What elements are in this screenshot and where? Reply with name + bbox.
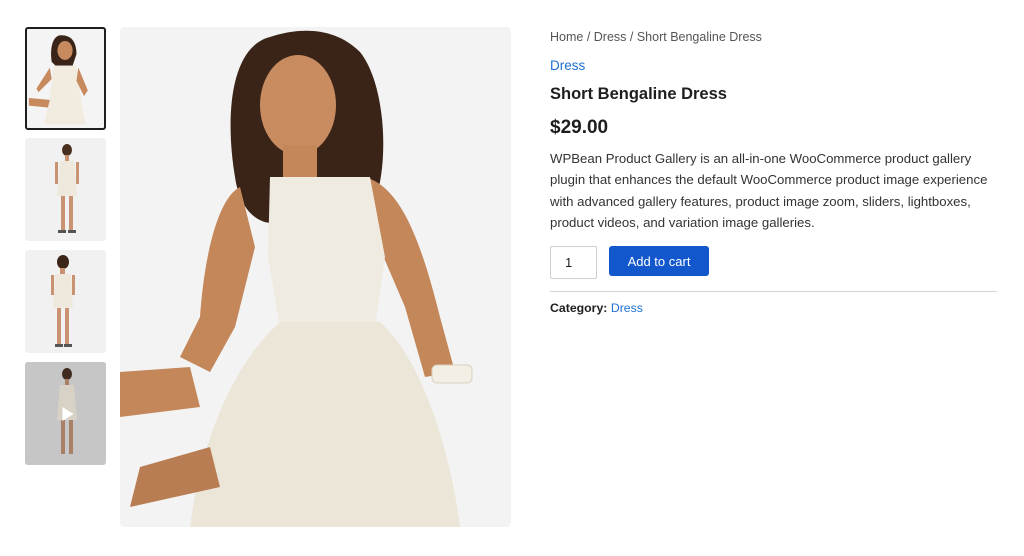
product-category-link[interactable]: Dress (550, 58, 585, 73)
add-to-cart-button[interactable]: Add to cart (609, 246, 709, 276)
divider (550, 291, 997, 292)
breadcrumb-separator: / (626, 30, 637, 44)
main-product-image[interactable] (120, 27, 511, 527)
thumbnail-1[interactable] (25, 27, 106, 130)
quantity-input[interactable] (550, 246, 597, 279)
category-meta-label: Category: (550, 301, 608, 315)
breadcrumb: Home / Dress / Short Bengaline Dress (550, 30, 762, 44)
category-meta-link[interactable]: Dress (611, 301, 643, 315)
thumbnail-2-image (25, 138, 106, 241)
product-title: Short Bengaline Dress (550, 85, 727, 103)
main-image-illustration (120, 27, 511, 527)
breadcrumb-home[interactable]: Home (550, 30, 583, 44)
product-description: WPBean Product Gallery is an all-in-one … (550, 151, 988, 230)
thumbnail-1-image (27, 29, 104, 128)
thumbnail-3[interactable] (25, 250, 106, 353)
breadcrumb-current: Short Bengaline Dress (636, 30, 762, 44)
product-meta: Category: Dress (550, 301, 643, 315)
thumbnail-3-image (25, 250, 106, 353)
breadcrumb-category[interactable]: Dress (594, 30, 627, 44)
breadcrumb-separator: / (583, 30, 594, 44)
product-price: $29.00 (550, 117, 609, 138)
play-icon (62, 406, 73, 421)
thumbnail-2[interactable] (25, 138, 106, 241)
thumbnail-video[interactable] (25, 362, 106, 465)
